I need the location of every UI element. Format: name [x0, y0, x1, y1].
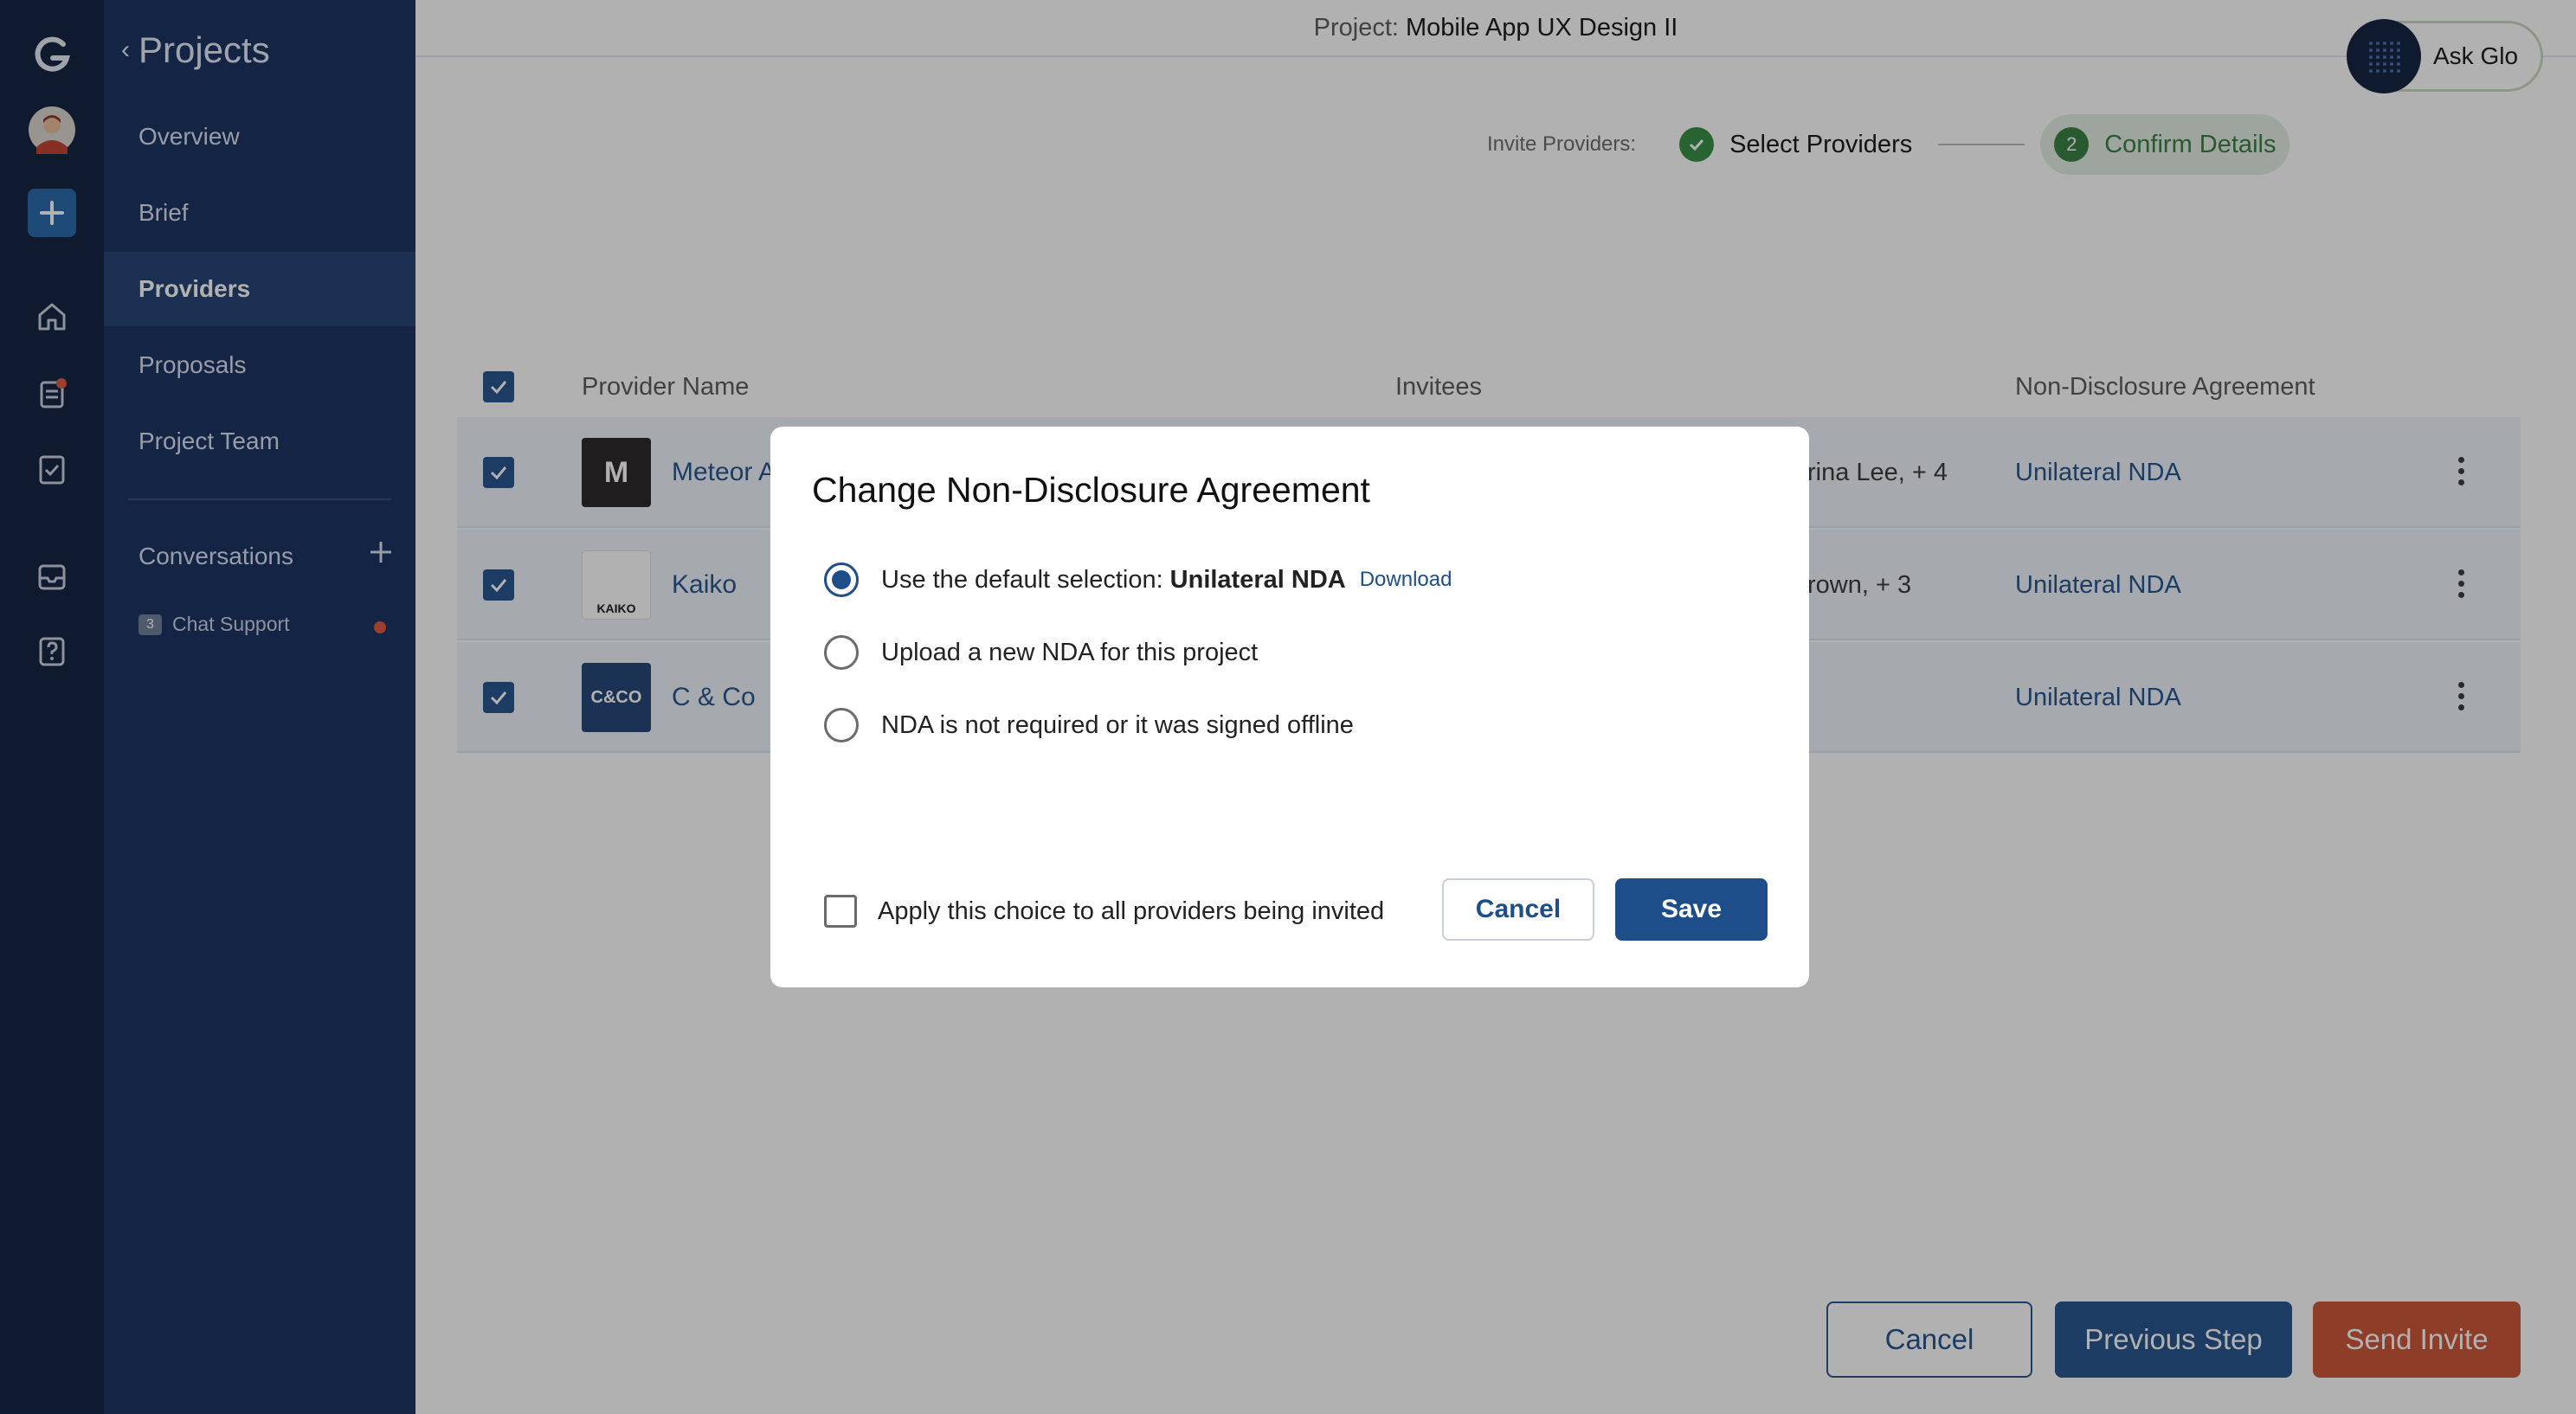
apply-all-checkbox[interactable]: [824, 895, 857, 928]
radio-default-nda[interactable]: [824, 562, 859, 597]
option-default-value: Unilateral NDA: [1169, 565, 1346, 594]
radio-nda-not-required[interactable]: [824, 708, 859, 742]
option-upload-label: Upload a new NDA for this project: [881, 638, 1259, 666]
dialog-save-button[interactable]: Save: [1615, 878, 1768, 941]
option-default-label: Use the default selection:: [881, 565, 1163, 594]
change-nda-dialog: Change Non-Disclosure Agreement Use the …: [770, 427, 1809, 987]
dialog-cancel-button[interactable]: Cancel: [1442, 878, 1594, 941]
option-default-nda[interactable]: Use the default selection: Unilateral ND…: [824, 562, 1452, 597]
apply-all-label[interactable]: Apply this choice to all providers being…: [878, 895, 1384, 928]
option-nda-not-required[interactable]: NDA is not required or it was signed off…: [824, 708, 1354, 742]
option-not-required-label: NDA is not required or it was signed off…: [881, 710, 1354, 739]
download-link[interactable]: Download: [1360, 568, 1452, 592]
dialog-title: Change Non-Disclosure Agreement: [812, 470, 1370, 510]
option-upload-nda[interactable]: Upload a new NDA for this project: [824, 635, 1258, 670]
radio-upload-nda[interactable]: [824, 635, 859, 670]
